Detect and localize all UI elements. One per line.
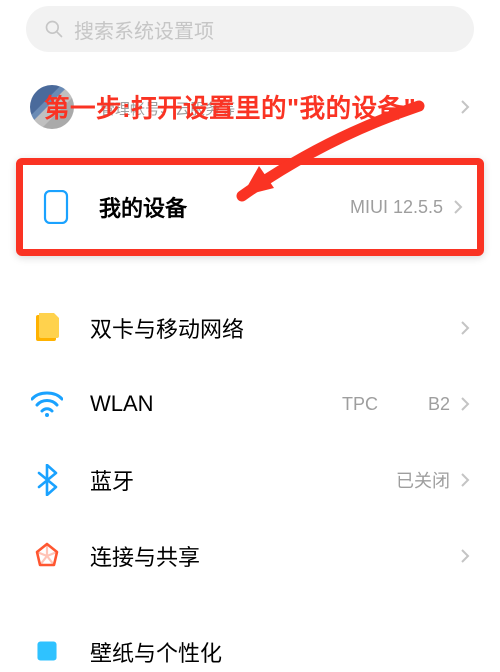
my-device-value: MIUI 12.5.5 (350, 197, 443, 218)
chevron-right-icon (460, 99, 470, 115)
phone-icon (39, 190, 73, 224)
settings-list: 双卡与移动网络 WLAN TPC B2 蓝牙 已关闭 连接与共享 壁纸与个性化 (0, 290, 500, 668)
wallpaper-icon (30, 634, 64, 668)
avatar (30, 85, 74, 129)
sim-label: 双卡与移动网络 (90, 312, 460, 344)
search-icon (44, 19, 64, 39)
sim-icon (30, 311, 64, 345)
chevron-right-icon (460, 396, 470, 412)
sim-row[interactable]: 双卡与移动网络 (0, 290, 500, 366)
wifi-icon (30, 387, 64, 421)
chevron-right-icon (460, 472, 470, 488)
account-subtitle: 管理帐号、云服务等 (100, 98, 460, 119)
connection-share-row[interactable]: 连接与共享 (0, 518, 500, 594)
connection-share-label: 连接与共享 (90, 540, 460, 572)
wallpaper-label: 壁纸与个性化 (90, 636, 470, 668)
account-row[interactable]: 管理帐号、云服务等 (0, 66, 500, 148)
device-highlight-box: 我的设备 MIUI 12.5.5 (16, 158, 484, 256)
chevron-right-icon (460, 548, 470, 564)
search-bar[interactable]: 搜索系统设置项 (26, 6, 474, 52)
share-icon (30, 539, 64, 573)
my-device-row[interactable]: 我的设备 MIUI 12.5.5 (23, 165, 477, 249)
bluetooth-row[interactable]: 蓝牙 已关闭 (0, 442, 500, 518)
my-device-label: 我的设备 (99, 191, 350, 223)
search-placeholder: 搜索系统设置项 (74, 15, 214, 44)
bluetooth-icon (30, 463, 64, 497)
bluetooth-value: 已关闭 (396, 467, 450, 493)
wlan-value: TPC B2 (342, 394, 450, 415)
chevron-right-icon (453, 199, 463, 215)
wlan-row[interactable]: WLAN TPC B2 (0, 366, 500, 442)
bluetooth-label: 蓝牙 (90, 464, 396, 496)
chevron-right-icon (460, 320, 470, 336)
wlan-label: WLAN (90, 391, 342, 417)
wallpaper-row[interactable]: 壁纸与个性化 (0, 622, 500, 668)
